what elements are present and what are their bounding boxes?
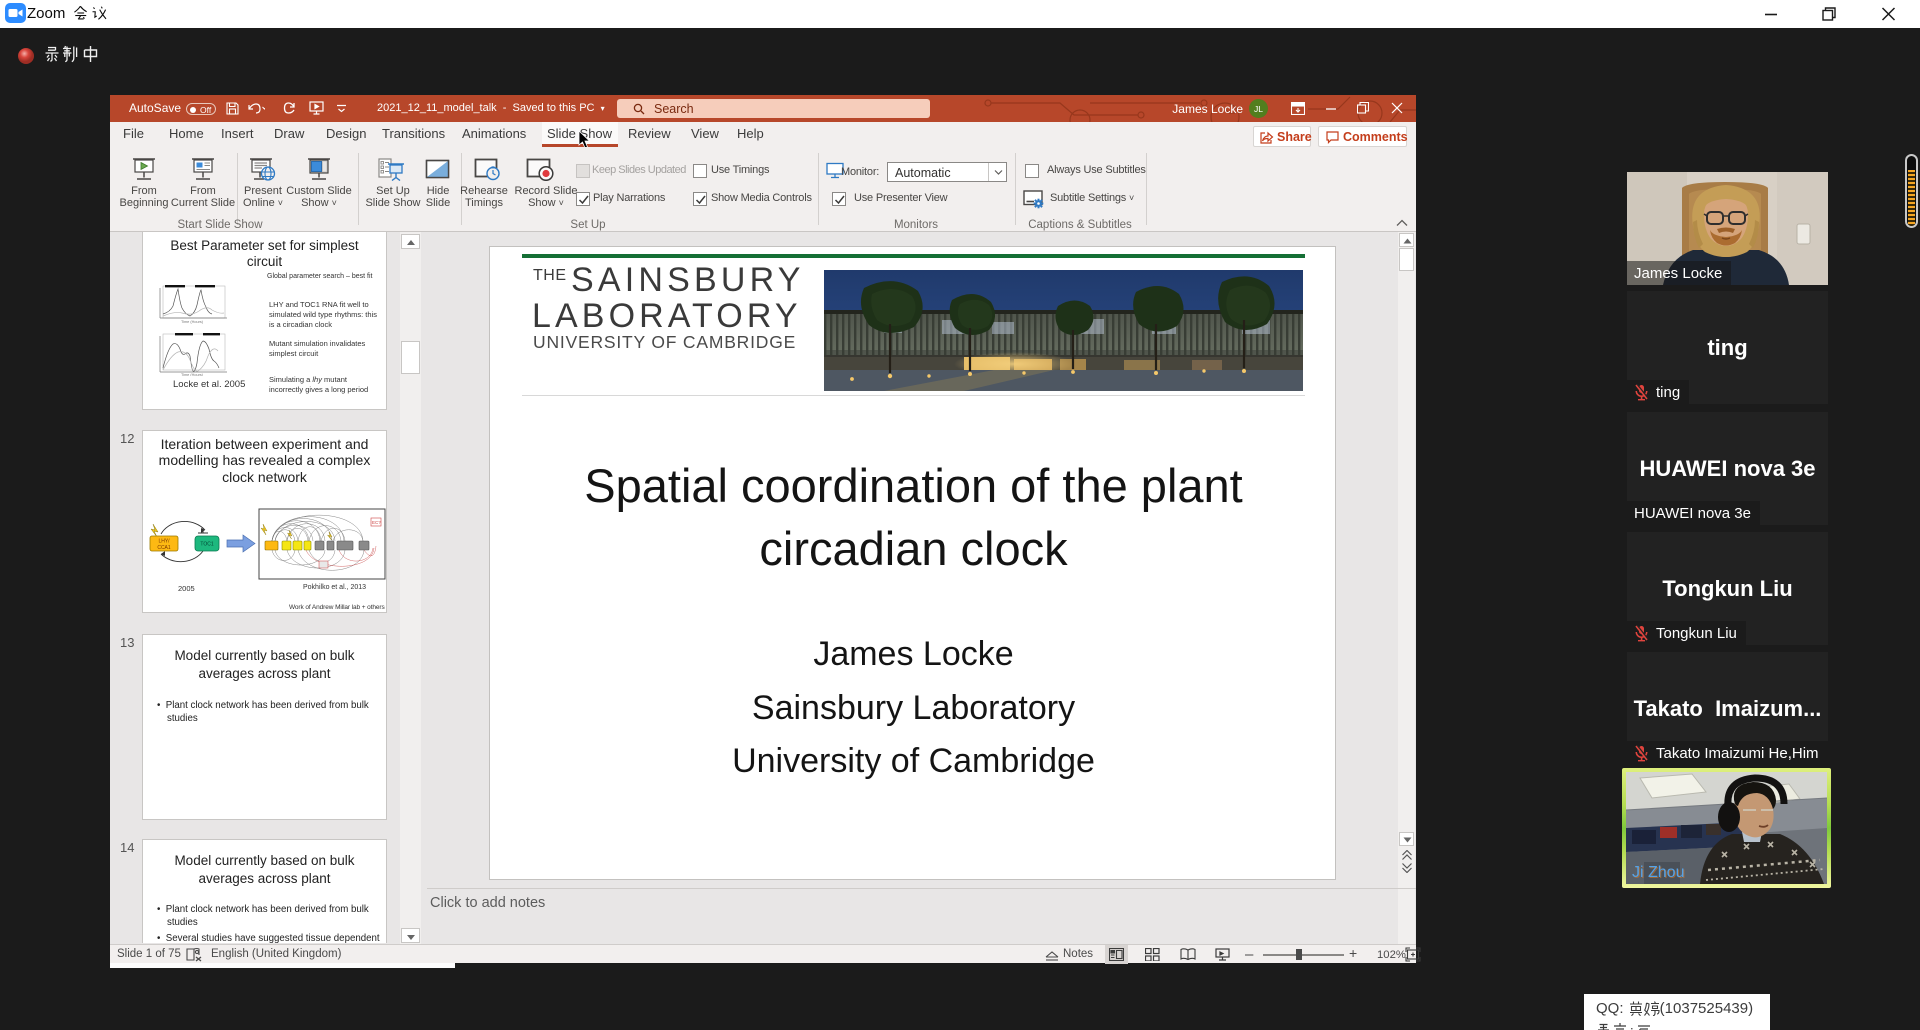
svg-text::: : (1630, 1023, 1634, 1030)
svg-text:Time (Hours): Time (Hours) (181, 320, 204, 324)
svg-text:CCA1: CCA1 (157, 545, 171, 551)
svg-text:LHY/: LHY/ (158, 539, 170, 545)
svg-text:Time (Hours): Time (Hours) (181, 373, 204, 376)
svg-text:TOC1: TOC1 (200, 542, 213, 548)
svg-text:EC?: EC? (372, 520, 381, 525)
